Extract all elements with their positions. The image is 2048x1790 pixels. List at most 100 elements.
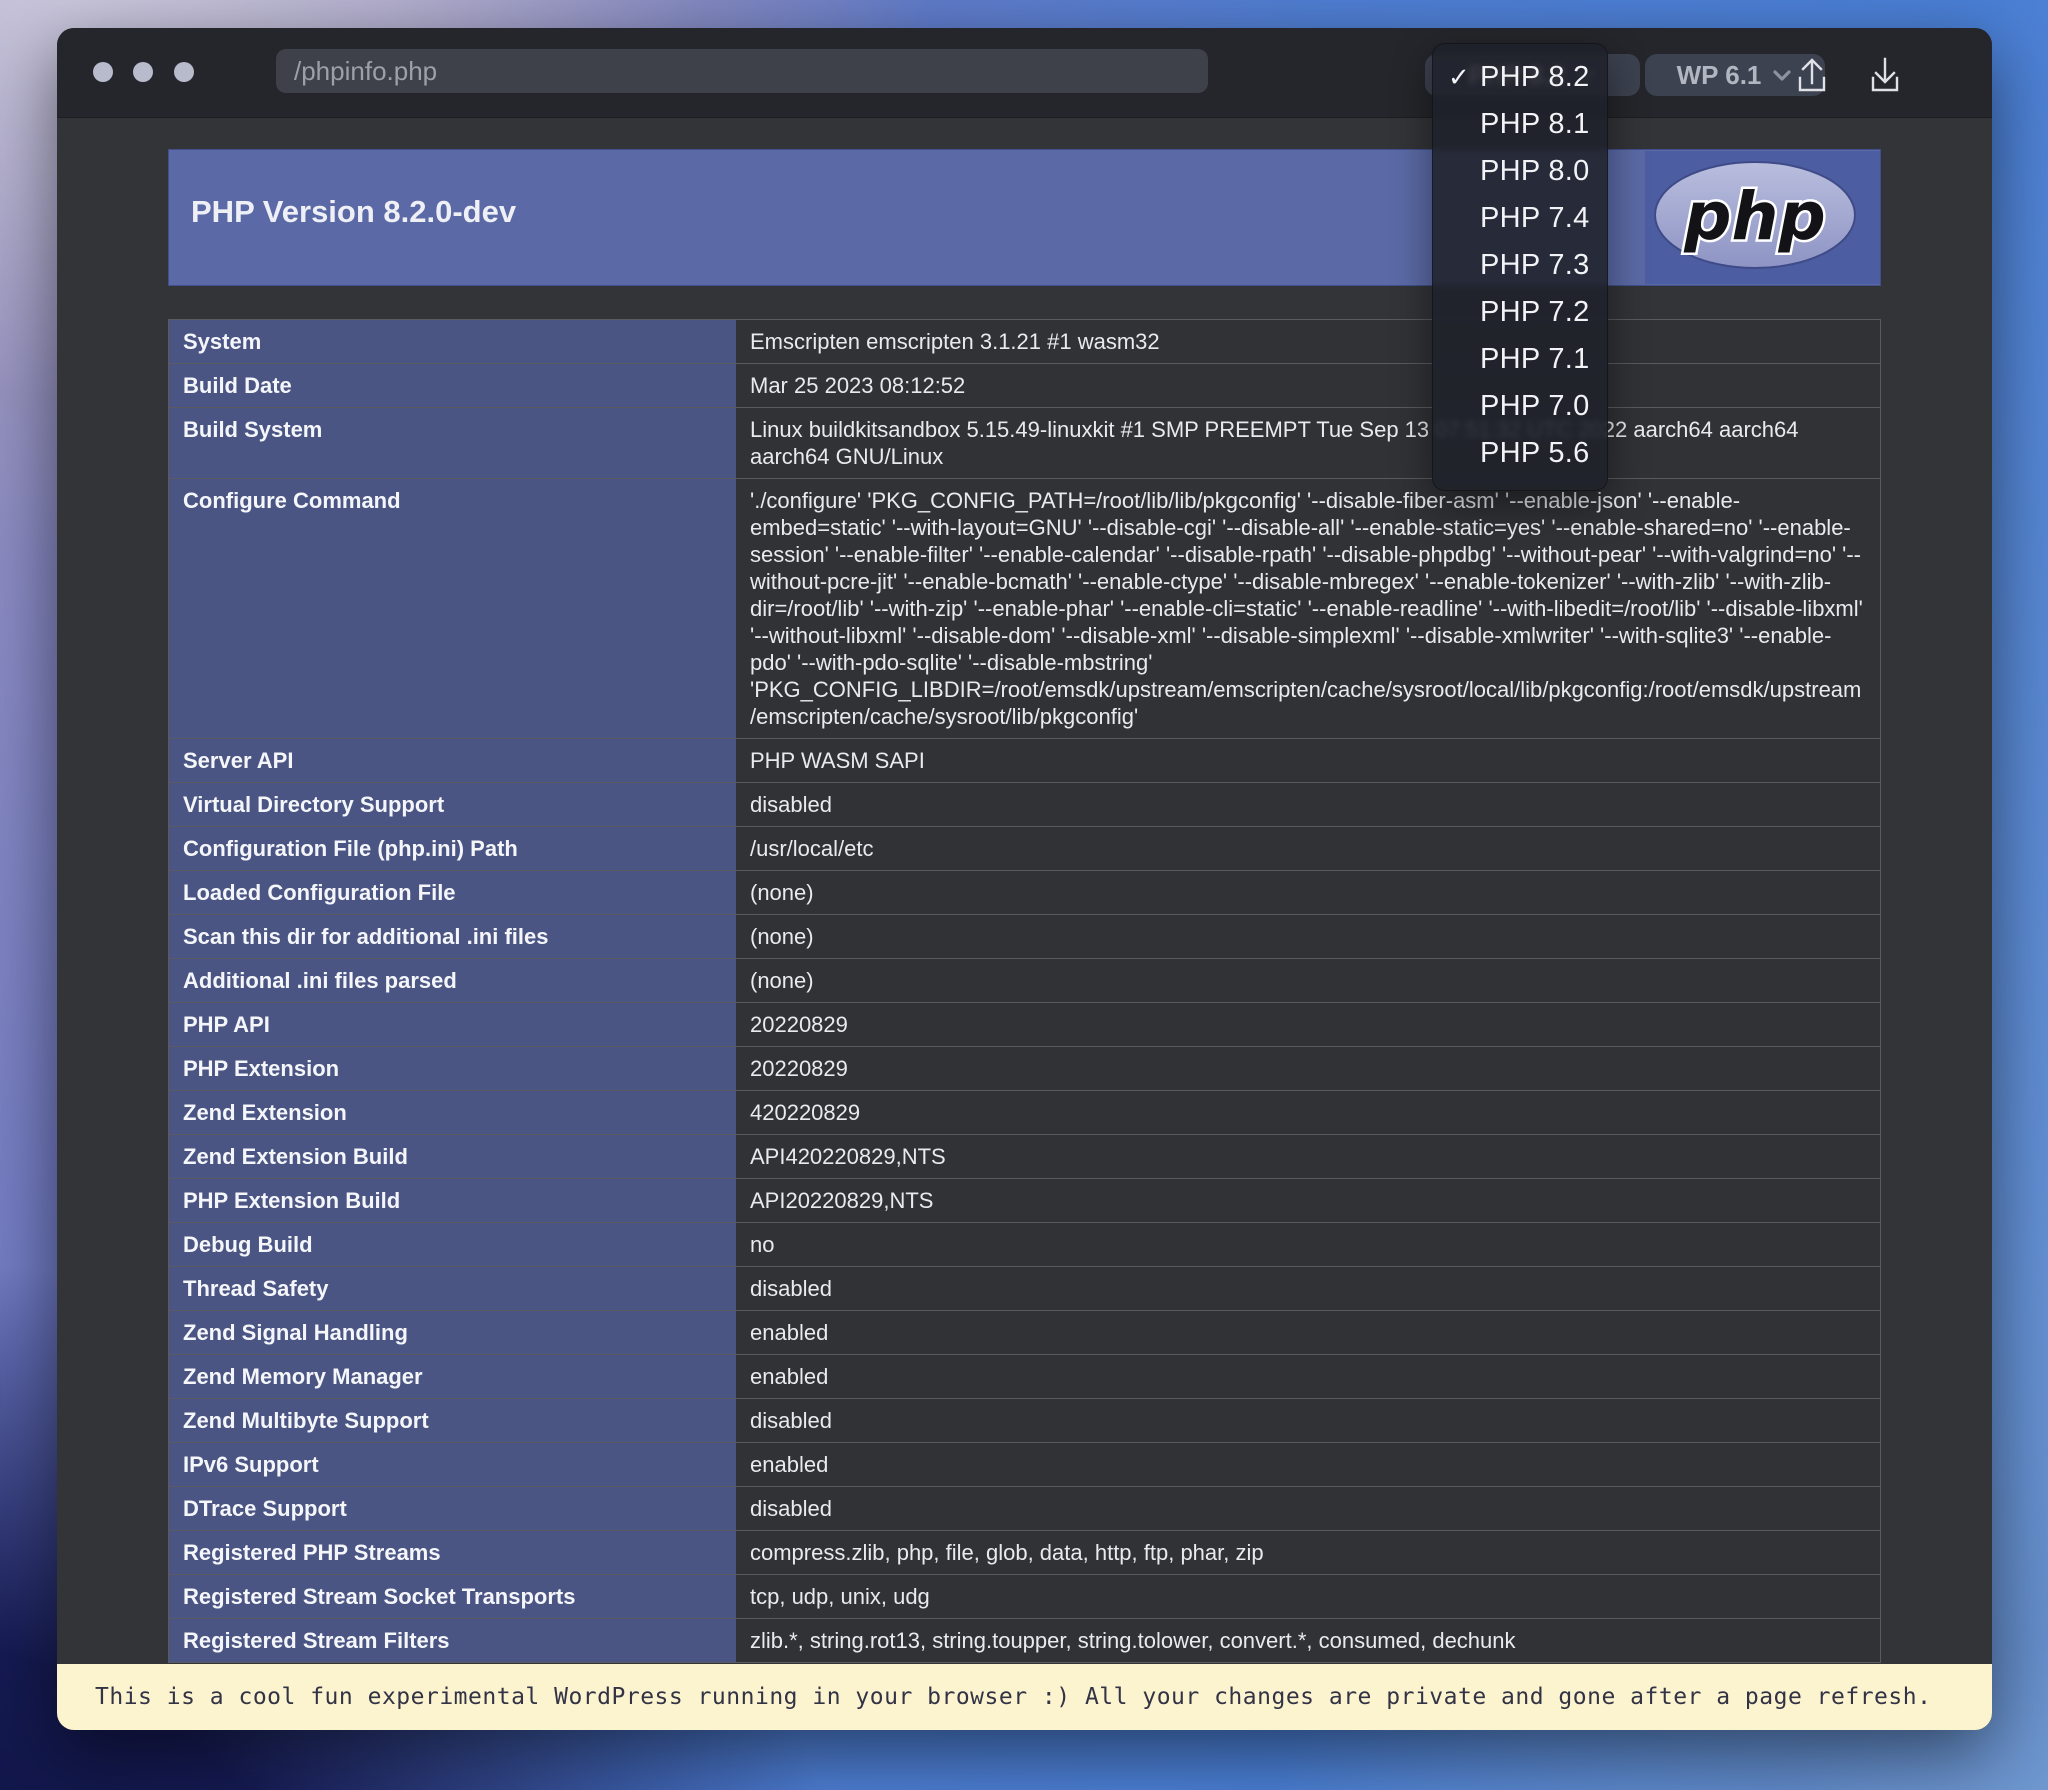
row-value: (none): [736, 915, 1880, 958]
phpinfo-table: System Emscripten emscripten 3.1.21 #1 w…: [168, 319, 1881, 1663]
table-row: Zend Extension Build API420220829,NTS: [169, 1134, 1880, 1178]
table-row: IPv6 Support enabled: [169, 1442, 1880, 1486]
row-value: disabled: [736, 1399, 1880, 1442]
row-label: Build Date: [169, 364, 736, 407]
download-button[interactable]: [1861, 52, 1909, 100]
row-value: no: [736, 1223, 1880, 1266]
row-value: './configure' 'PKG_CONFIG_PATH=/root/lib…: [736, 479, 1880, 738]
row-value: Emscripten emscripten 3.1.21 #1 wasm32: [736, 320, 1880, 363]
row-label: Registered Stream Filters: [169, 1619, 736, 1662]
table-row: Server API PHP WASM SAPI: [169, 738, 1880, 782]
title-bar: /phpinfo.php PHP 8.2 WP 6.1: [57, 28, 1992, 118]
row-label: Zend Multibyte Support: [169, 1399, 736, 1442]
row-value: API420220829,NTS: [736, 1135, 1880, 1178]
row-value: zlib.*, string.rot13, string.toupper, st…: [736, 1619, 1880, 1662]
row-label: DTrace Support: [169, 1487, 736, 1530]
table-row: Configure Command './configure' 'PKG_CON…: [169, 478, 1880, 738]
php-version-menu-item[interactable]: ✓ PHP 7.0: [1433, 383, 1607, 430]
upload-icon: [1798, 58, 1826, 92]
php-version-menu-item[interactable]: ✓ PHP 8.2: [1433, 54, 1607, 101]
table-row: Build Date Mar 25 2023 08:12:52: [169, 363, 1880, 407]
table-row: Zend Multibyte Support disabled: [169, 1398, 1880, 1442]
row-value: (none): [736, 959, 1880, 1002]
table-row: Loaded Configuration File (none): [169, 870, 1880, 914]
experimental-notice-banner: This is a cool fun experimental WordPres…: [57, 1664, 1992, 1730]
table-row: Debug Build no: [169, 1222, 1880, 1266]
row-label: Additional .ini files parsed: [169, 959, 736, 1002]
table-row: Additional .ini files parsed (none): [169, 958, 1880, 1002]
row-label: Registered PHP Streams: [169, 1531, 736, 1574]
table-row: Zend Signal Handling enabled: [169, 1310, 1880, 1354]
row-label: PHP Extension Build: [169, 1179, 736, 1222]
table-row: Zend Memory Manager enabled: [169, 1354, 1880, 1398]
phpinfo-header: PHP Version 8.2.0-dev php: [168, 149, 1881, 286]
table-row: PHP Extension 20220829: [169, 1046, 1880, 1090]
row-label: Registered Stream Socket Transports: [169, 1575, 736, 1618]
table-row: PHP Extension Build API20220829,NTS: [169, 1178, 1880, 1222]
row-value: API20220829,NTS: [736, 1179, 1880, 1222]
table-row: Configuration File (php.ini) Path /usr/l…: [169, 826, 1880, 870]
table-row: Thread Safety disabled: [169, 1266, 1880, 1310]
php-version-menu-item[interactable]: ✓ PHP 7.2: [1433, 289, 1607, 336]
table-row: Virtual Directory Support disabled: [169, 782, 1880, 826]
svg-text:php: php: [1683, 178, 1825, 255]
row-label: Configuration File (php.ini) Path: [169, 827, 736, 870]
row-label: Zend Memory Manager: [169, 1355, 736, 1398]
row-label: Zend Extension: [169, 1091, 736, 1134]
php-version-menu-item[interactable]: ✓ PHP 5.6: [1433, 430, 1607, 477]
url-input[interactable]: /phpinfo.php: [276, 49, 1208, 93]
phpinfo-page: PHP Version 8.2.0-dev php System Emscrip…: [57, 118, 1992, 1730]
row-value: disabled: [736, 1487, 1880, 1530]
row-value: tcp, udp, unix, udg: [736, 1575, 1880, 1618]
table-row: DTrace Support disabled: [169, 1486, 1880, 1530]
row-label: PHP Extension: [169, 1047, 736, 1090]
row-label: PHP API: [169, 1003, 736, 1046]
row-label: Virtual Directory Support: [169, 783, 736, 826]
checkmark-icon: ✓: [1448, 62, 1470, 92]
row-value: enabled: [736, 1311, 1880, 1354]
php-logo: php: [1645, 151, 1880, 284]
table-row: Registered PHP Streams compress.zlib, ph…: [169, 1530, 1880, 1574]
table-row: Registered Stream Filters zlib.*, string…: [169, 1618, 1880, 1662]
php-version-menu-item[interactable]: ✓ PHP 8.1: [1433, 101, 1607, 148]
row-label: Thread Safety: [169, 1267, 736, 1310]
row-label: Build System: [169, 408, 736, 478]
row-label: Zend Signal Handling: [169, 1311, 736, 1354]
row-value: compress.zlib, php, file, glob, data, ht…: [736, 1531, 1880, 1574]
php-version-menu-item[interactable]: ✓ PHP 8.0: [1433, 148, 1607, 195]
row-value: Mar 25 2023 08:12:52: [736, 364, 1880, 407]
row-value: 20220829: [736, 1047, 1880, 1090]
row-label: Scan this dir for additional .ini files: [169, 915, 736, 958]
row-value: PHP WASM SAPI: [736, 739, 1880, 782]
table-row: Scan this dir for additional .ini files …: [169, 914, 1880, 958]
row-label: Loaded Configuration File: [169, 871, 736, 914]
row-label: Zend Extension Build: [169, 1135, 736, 1178]
php-version-dropdown-menu: ✓ PHP 8.2 ✓ PHP 8.1 ✓ PHP 8.0 ✓ PHP 7.4 …: [1432, 43, 1608, 491]
window-control-minimize-icon[interactable]: [133, 62, 153, 82]
row-value: disabled: [736, 783, 1880, 826]
php-version-menu-item[interactable]: ✓ PHP 7.4: [1433, 195, 1607, 242]
php-version-menu-item[interactable]: ✓ PHP 7.3: [1433, 242, 1607, 289]
window-control-close-icon[interactable]: [93, 62, 113, 82]
row-value: enabled: [736, 1443, 1880, 1486]
php-version-menu-item[interactable]: ✓ PHP 7.1: [1433, 336, 1607, 383]
row-value: disabled: [736, 1267, 1880, 1310]
row-label: System: [169, 320, 736, 363]
browser-window: /phpinfo.php PHP 8.2 WP 6.1: [57, 28, 1992, 1730]
row-value: 20220829: [736, 1003, 1880, 1046]
row-value: /usr/local/etc: [736, 827, 1880, 870]
table-row: Registered Stream Socket Transports tcp,…: [169, 1574, 1880, 1618]
wp-version-select-label: WP 6.1: [1676, 59, 1762, 90]
table-row: System Emscripten emscripten 3.1.21 #1 w…: [169, 319, 1880, 363]
table-row: Zend Extension 420220829: [169, 1090, 1880, 1134]
download-icon: [1871, 57, 1899, 92]
upload-button[interactable]: [1788, 52, 1836, 100]
banner-text: This is a cool fun experimental WordPres…: [95, 1684, 1932, 1710]
row-label: IPv6 Support: [169, 1443, 736, 1486]
page-title: PHP Version 8.2.0-dev: [191, 194, 517, 229]
row-value: Linux buildkitsandbox 5.15.49-linuxkit #…: [736, 408, 1880, 478]
table-row: Build System Linux buildkitsandbox 5.15.…: [169, 407, 1880, 478]
row-label: Server API: [169, 739, 736, 782]
window-control-maximize-icon[interactable]: [174, 62, 194, 82]
row-value: (none): [736, 871, 1880, 914]
